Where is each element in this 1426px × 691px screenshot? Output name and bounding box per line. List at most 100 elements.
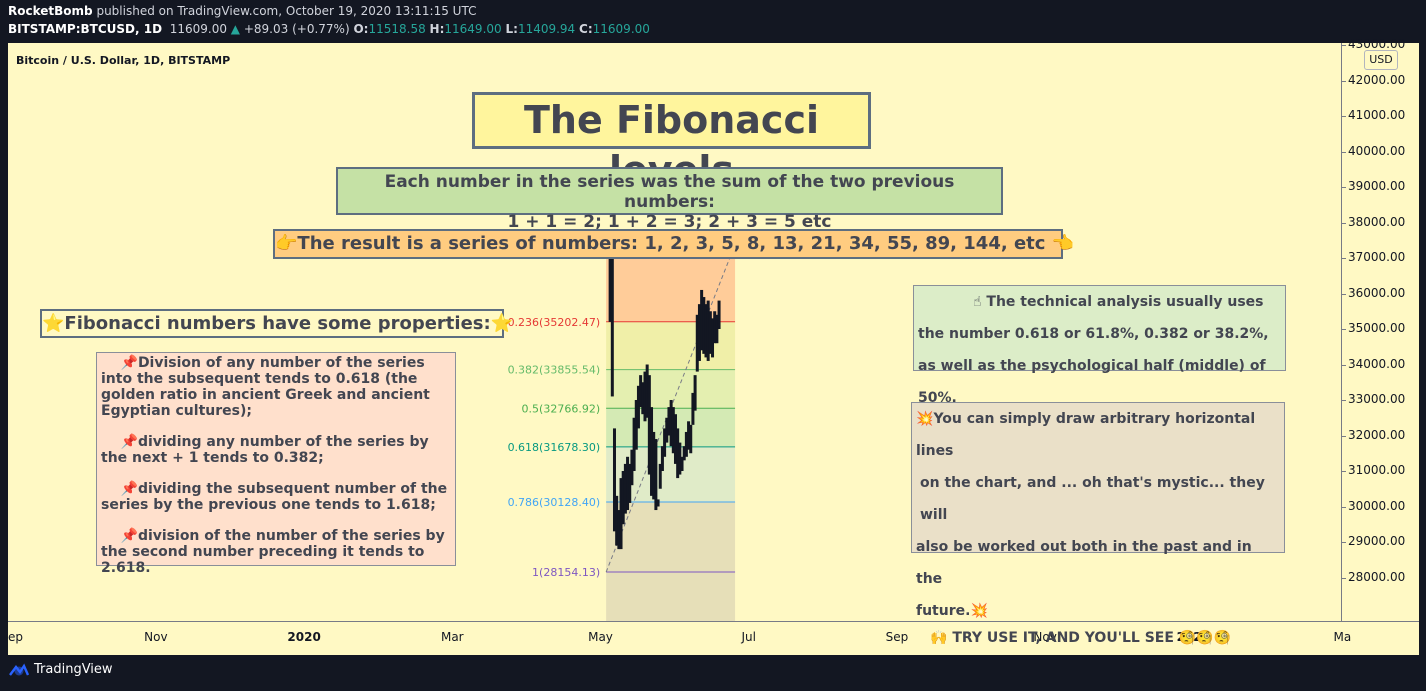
- time-tick-label: Sep: [885, 630, 909, 644]
- price-tick-label: 42000.00: [1348, 72, 1406, 87]
- open-value: 11518.58: [368, 22, 426, 36]
- fib-level-label: 0.786(30128.40): [508, 496, 601, 509]
- property-item: 📌division of the number of the series by…: [101, 528, 451, 576]
- low-value: 11409.94: [517, 22, 576, 36]
- price-tick-mark: [1342, 116, 1346, 117]
- price-tick-label: 41000.00: [1348, 108, 1406, 122]
- star-icon: ⭐: [490, 313, 514, 334]
- published-text: published on TradingView.com, October 19…: [96, 4, 477, 18]
- raising-hands-icon: 🙌: [930, 630, 948, 646]
- time-tick-label: Ma: [1333, 630, 1352, 644]
- collision-icon: 💥: [916, 411, 934, 427]
- monocle-face-icon: 🧐🧐🧐: [1178, 630, 1232, 646]
- price-axis[interactable]: 28000.00 29000.00 30000.00 31000.00 32000.00…: [1341, 37, 1419, 621]
- price-tick-mark: [1342, 151, 1346, 153]
- hl-text-1: You can simply draw arbitrary horizontal…: [916, 411, 1256, 459]
- hl-line-5: 🙌 TRY USE IT, AND YOU'LL SEE 🧐🧐🧐: [916, 627, 1280, 649]
- low-label: L:: [505, 22, 518, 36]
- tradingview-logo-icon: [9, 663, 30, 676]
- brand-name: TradingView: [34, 662, 113, 677]
- property-text: dividing the subsequent number of the se…: [101, 481, 448, 513]
- point-left-icon: 👈: [1051, 233, 1075, 254]
- up-arrow-icon: ▲: [230, 22, 241, 36]
- technical-analysis-note[interactable]: ☝ The technical analysis usually uses th…: [913, 285, 1286, 406]
- collision-icon: 💥: [970, 603, 988, 619]
- horizontal-lines-note[interactable]: 💥You can simply draw arbitrary horizonta…: [911, 402, 1285, 646]
- fib-level-label: 0.618(31678.30): [508, 441, 601, 454]
- property-text: Division of any number of the series int…: [101, 355, 430, 419]
- price-tick-label: 40000.00: [1348, 143, 1406, 158]
- price-tick-mark: [1342, 293, 1346, 295]
- high-value: 11649.00: [444, 22, 502, 36]
- point-right-icon: 👉: [275, 233, 298, 254]
- time-tick-label: May: [588, 630, 613, 644]
- pin-icon: 📌: [120, 355, 138, 371]
- price-tick-mark: [1342, 471, 1346, 472]
- time-tick-label: ep: [8, 630, 23, 644]
- price-tick-mark: [1342, 577, 1346, 579]
- property-item: 📌Division of any number of the series in…: [101, 355, 451, 419]
- hl-line-1: 💥You can simply draw arbitrary horizonta…: [916, 403, 1280, 467]
- price-bar: [610, 258, 614, 397]
- fibonacci-title[interactable]: The Fibonacci levels: [472, 92, 871, 192]
- price-tick-mark: [1342, 258, 1346, 259]
- property-text: division of the number of the series by …: [101, 528, 445, 576]
- open-label: O:: [353, 22, 369, 36]
- time-tick-label: Jul: [741, 630, 756, 644]
- currency-button[interactable]: USD: [1364, 50, 1398, 70]
- price-tick-label: 29000.00: [1348, 534, 1406, 548]
- price-tick-mark: [1342, 435, 1346, 437]
- price-tick-mark: [1342, 329, 1346, 330]
- series-result-text: The result is a series of numbers: 1, 2,…: [297, 233, 1052, 254]
- time-tick-label: Mar: [440, 630, 464, 644]
- close-label: C:: [579, 22, 593, 36]
- price-tick-label: 33000.00: [1348, 392, 1406, 406]
- fib-level-label: 0.382(33855.54): [508, 364, 601, 377]
- price-bar: [689, 424, 693, 454]
- price-tick-label: 43000.00: [1348, 37, 1406, 51]
- hl-line-3: also be worked out both in the past and …: [916, 539, 1252, 587]
- property-item: 📌dividing the subsequent number of the s…: [101, 481, 451, 513]
- price-tick-mark: [1342, 187, 1346, 188]
- star-icon: ⭐: [42, 313, 65, 334]
- price-tick-mark: [1342, 364, 1346, 366]
- property-item: 📌dividing any number of the series by th…: [101, 434, 451, 466]
- author-name[interactable]: RocketBomb: [8, 4, 93, 18]
- pin-icon: 📌: [120, 528, 138, 544]
- fib-level-label: 1(28154.13): [532, 566, 600, 579]
- series-result-note[interactable]: 👉The result is a series of numbers: 1, 2…: [273, 229, 1074, 259]
- ta-line-1: ☝ The technical analysis usually uses: [918, 286, 1281, 318]
- price-tick-label: 39000.00: [1348, 179, 1406, 193]
- properties-text: Fibonacci numbers have some properties:: [64, 313, 491, 334]
- hl-line-4: future.💥: [916, 595, 1280, 627]
- ta-text-1: The technical analysis usually uses: [986, 294, 1264, 310]
- price-tick-label: 37000.00: [1348, 250, 1406, 264]
- price-tick-mark: [1342, 222, 1346, 224]
- price-tick-label: 38000.00: [1348, 214, 1406, 229]
- last-price: 11609.00: [169, 22, 227, 36]
- series-sum-line-1: Each number in the series was the sum of…: [384, 172, 955, 212]
- time-tick-label: Nov: [144, 630, 168, 644]
- property-text: dividing any number of the series by the…: [101, 434, 429, 466]
- price-tick-label: 31000.00: [1348, 463, 1406, 477]
- price-bar: [656, 499, 660, 507]
- series-sum-note[interactable]: Each number in the series was the sum of…: [336, 167, 1003, 232]
- high-label: H:: [429, 22, 445, 36]
- price-tick-label: 36000.00: [1348, 285, 1406, 300]
- price-tick-label: 35000.00: [1348, 321, 1406, 335]
- properties-heading[interactable]: ⭐Fibonacci numbers have some properties:…: [40, 309, 513, 338]
- pin-icon: 📌: [120, 481, 138, 497]
- fib-level-label: 0.5(32766.92): [522, 402, 601, 415]
- footer-brand[interactable]: TradingView: [8, 662, 113, 677]
- price-change: +89.03 (+0.77%): [243, 22, 350, 36]
- price-tick-label: 28000.00: [1348, 569, 1406, 584]
- hl-text-5: TRY USE IT, AND YOU'LL SEE: [952, 630, 1179, 646]
- price-tick-mark: [1342, 506, 1346, 508]
- fib-level-label: 0.236(35202.47): [508, 316, 601, 329]
- price-tick-label: 32000.00: [1348, 427, 1406, 442]
- price-tick-label: 30000.00: [1348, 498, 1406, 513]
- price-tick-label: 34000.00: [1348, 356, 1406, 371]
- properties-list-note[interactable]: 📌Division of any number of the series in…: [96, 352, 456, 576]
- hl-line-2: on the chart, and ... oh that's mystic..…: [920, 475, 1265, 523]
- publisher-line: RocketBomb published on TradingView.com,…: [8, 4, 476, 18]
